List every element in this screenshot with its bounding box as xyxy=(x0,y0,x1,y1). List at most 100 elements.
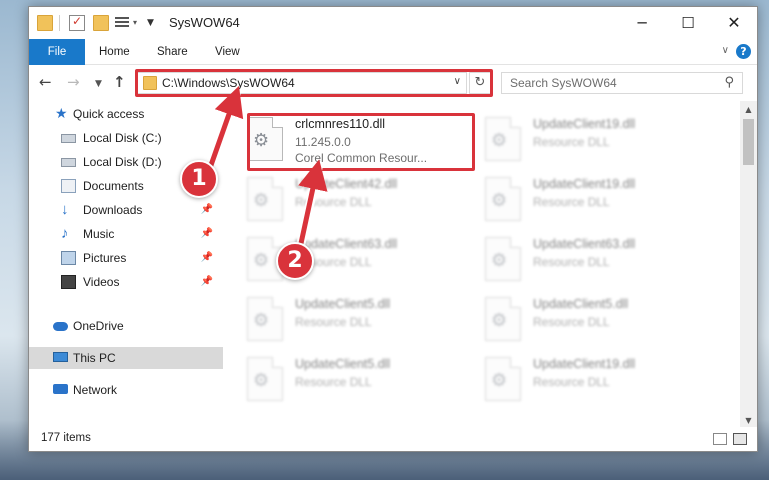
gear-icon: ⚙ xyxy=(491,190,508,211)
pin-icon[interactable]: 📌 xyxy=(201,223,213,245)
file-type: Resource DLL xyxy=(533,255,610,269)
address-bar[interactable]: C:\Windows\SysWOW64 ∨ xyxy=(137,72,467,94)
window-title: SysWOW64 xyxy=(169,15,240,30)
tab-view[interactable]: View xyxy=(215,39,240,65)
new-folder-icon[interactable] xyxy=(93,15,109,31)
vertical-scrollbar[interactable]: ▲ ▼ xyxy=(740,101,757,429)
file-item[interactable]: ⚙ UpdateClient5.dll Resource DLL xyxy=(463,291,683,347)
file-name: UpdateClient63.dll xyxy=(533,237,636,251)
forward-arrow-icon[interactable]: → xyxy=(67,74,80,90)
file-item[interactable]: ⚙ UpdateClient63.dll Resource DLL xyxy=(463,231,683,287)
minimize-button[interactable]: ─ xyxy=(619,7,665,39)
pin-icon[interactable]: 📌 xyxy=(201,271,213,293)
file-item[interactable]: ⚙ UpdateClient19.dll Resource DLL xyxy=(463,111,683,167)
sidebar-item-this-pc[interactable]: This PC xyxy=(29,347,223,369)
file-item[interactable]: ⚙ UpdateClient5.dll Resource DLL xyxy=(225,351,445,407)
gear-icon: ⚙ xyxy=(491,250,508,271)
tab-home[interactable]: Home xyxy=(99,39,130,65)
sidebar-item-network[interactable]: Network xyxy=(29,379,223,401)
expand-ribbon-icon[interactable]: ∨ xyxy=(722,45,729,56)
file-name: UpdateClient19.dll xyxy=(533,117,636,131)
help-icon[interactable]: ? xyxy=(736,44,751,59)
up-arrow-icon[interactable]: ↑ xyxy=(113,74,126,90)
folder-icon xyxy=(143,76,157,90)
sidebar-item-label: Local Disk (D:) xyxy=(83,155,162,169)
music-icon: ♪ xyxy=(61,225,69,242)
chevron-down-icon[interactable]: ▾ xyxy=(133,15,141,31)
file-item[interactable]: ⚙ UpdateClient63.dll Resource DLL xyxy=(225,231,445,287)
sidebar-item-quick-access[interactable]: ★ Quick access xyxy=(29,103,223,125)
sidebar-item-label: Videos xyxy=(83,275,120,289)
recent-locations-icon[interactable]: ▼ xyxy=(95,76,102,92)
sidebar-item-label: This PC xyxy=(73,351,116,365)
tab-file[interactable]: File xyxy=(29,39,85,65)
sidebar-item-onedrive[interactable]: OneDrive xyxy=(29,315,223,337)
file-type: Resource DLL xyxy=(533,135,610,149)
maximize-button[interactable]: ☐ xyxy=(665,7,711,39)
download-icon: ↓ xyxy=(61,201,69,218)
file-item[interactable]: ⚙ UpdateClient5.dll Resource DLL xyxy=(225,291,445,347)
pin-icon[interactable]: 📌 xyxy=(201,199,213,221)
sidebar-item-label: OneDrive xyxy=(73,319,124,333)
large-icons-view-icon[interactable] xyxy=(733,433,747,445)
gear-icon: ⚙ xyxy=(491,130,508,151)
ribbon-tabs: File Home Share View ∨ ? xyxy=(29,39,757,65)
gear-icon: ⚙ xyxy=(491,370,508,391)
sidebar-item-downloads[interactable]: ↓ Downloads 📌 xyxy=(29,199,223,221)
step-1-badge: 1 xyxy=(180,160,218,198)
title-bar: ▾ ▼ SysWOW64 ─ ☐ ✕ xyxy=(29,7,757,39)
sidebar-item-label: Network xyxy=(73,383,118,397)
item-count: 177 items xyxy=(41,432,91,444)
gear-icon: ⚙ xyxy=(253,130,270,151)
folder-icon[interactable] xyxy=(37,15,53,31)
sidebar-item-local-disk-c[interactable]: Local Disk (C:) xyxy=(29,127,223,149)
scroll-up-icon[interactable]: ▲ xyxy=(740,101,757,118)
tab-share[interactable]: Share xyxy=(157,39,188,65)
properties-icon[interactable] xyxy=(69,14,85,31)
file-name: UpdateClient19.dll xyxy=(533,357,636,371)
file-item[interactable]: ⚙ UpdateClient19.dll Resource DLL xyxy=(463,171,683,227)
back-arrow-icon[interactable]: ← xyxy=(39,74,52,90)
dll-file-icon: ⚙ xyxy=(247,357,283,401)
gear-icon: ⚙ xyxy=(253,190,270,211)
customize-toolbar-icon[interactable]: ▼ xyxy=(147,15,157,31)
video-icon xyxy=(61,275,76,289)
file-type: Resource DLL xyxy=(533,195,610,209)
file-name: UpdateClient5.dll xyxy=(295,297,391,311)
search-input[interactable]: Search SysWOW64 ⚲ xyxy=(501,72,743,94)
details-view-icon[interactable] xyxy=(713,433,727,445)
file-description: Corel Common Resour... xyxy=(295,151,428,165)
sidebar-item-label: Music xyxy=(83,227,115,241)
sidebar-item-pictures[interactable]: Pictures 📌 xyxy=(29,247,223,269)
chevron-down-icon[interactable]: ∨ xyxy=(454,76,461,87)
file-version: 11.245.0.0 xyxy=(295,135,351,149)
file-type: Resource DLL xyxy=(295,195,372,209)
sidebar-item-music[interactable]: ♪ Music 📌 xyxy=(29,223,223,245)
quick-access-separator xyxy=(59,15,60,31)
navigation-bar: ← → ▼ ↑ C:\Windows\SysWOW64 ∨ ↻ Search S… xyxy=(29,66,757,100)
close-button[interactable]: ✕ xyxy=(711,7,757,39)
drive-icon xyxy=(61,134,76,143)
view-options-icon[interactable] xyxy=(115,15,129,31)
file-type: Resource DLL xyxy=(295,315,372,329)
sidebar-item-label: Quick access xyxy=(73,107,145,121)
file-item[interactable]: ⚙ UpdateClient19.dll Resource DLL xyxy=(463,351,683,407)
gear-icon: ⚙ xyxy=(253,310,270,331)
address-path[interactable]: C:\Windows\SysWOW64 xyxy=(162,76,295,90)
file-name: UpdateClient5.dll xyxy=(295,357,391,371)
file-item[interactable]: ⚙ UpdateClient42.dll Resource DLL xyxy=(225,171,445,227)
network-icon xyxy=(53,384,68,394)
refresh-icon[interactable]: ↻ xyxy=(469,72,491,94)
drive-icon xyxy=(61,158,76,167)
navigation-pane: ★ Quick access Local Disk (C:) Local Dis… xyxy=(29,101,223,429)
file-name: crlcmnres110.dll xyxy=(295,117,386,131)
file-item-crlcmnres110[interactable]: ⚙ crlcmnres110.dll 11.245.0.0 Corel Comm… xyxy=(225,111,445,167)
scrollbar-thumb[interactable] xyxy=(743,119,754,165)
pin-icon[interactable]: 📌 xyxy=(201,247,213,269)
dll-file-icon: ⚙ xyxy=(247,177,283,221)
sidebar-item-videos[interactable]: Videos 📌 xyxy=(29,271,223,293)
sidebar-item-label: Pictures xyxy=(83,251,127,265)
dll-file-icon: ⚙ xyxy=(247,117,283,161)
file-type: Resource DLL xyxy=(533,315,610,329)
search-icon[interactable]: ⚲ xyxy=(724,75,734,90)
